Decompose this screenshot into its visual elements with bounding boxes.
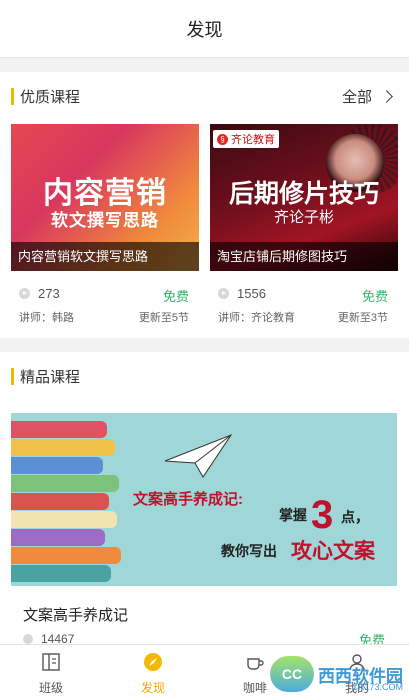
watermark-logo: CC xyxy=(270,656,314,692)
teacher-label: 讲师：齐论教育 xyxy=(218,312,295,324)
section-header: 优质课程 全部 xyxy=(0,72,409,122)
watermark-subtext: CR173.COM xyxy=(351,682,403,692)
view-count-value: 1556 xyxy=(237,286,266,301)
tab-class[interactable]: 班级 xyxy=(0,645,102,700)
top-bar: 发现 xyxy=(0,0,409,58)
update-status: 更新至5节 xyxy=(138,312,189,324)
tab-label: 发现 xyxy=(140,681,165,695)
site-watermark: CC 西西软件园 CR173.COM xyxy=(270,652,403,696)
brand-logo-icon: § xyxy=(217,133,228,145)
banner-tagline: 教你写出 xyxy=(221,543,277,559)
course-title[interactable]: 文案高手养成记 xyxy=(23,604,128,625)
course-card[interactable]: 内容营销 软文撰写思路 内容营销软文撰写思路 273 免费 讲师：韩路 更新至5… xyxy=(11,124,199,331)
price-badge: 免费 xyxy=(162,289,189,304)
premium-courses-section: 精品课程 文案高手养成记: 掌握 3 点， 教你写出 攻心文案 文案高手养成记 … xyxy=(0,352,409,652)
compass-icon xyxy=(144,653,162,671)
view-count: 1556 xyxy=(218,286,266,301)
banner-grasp: 掌握 xyxy=(279,507,307,523)
view-count: 273 xyxy=(19,286,60,301)
banner-headline: 文案高手养成记: xyxy=(133,491,243,508)
page-title: 发现 xyxy=(186,19,223,40)
course-caption: 内容营销软文撰写思路 xyxy=(11,242,199,271)
thumbnail-subline: 软文撰写思路 xyxy=(51,211,159,230)
section-title: 优质课程 xyxy=(20,89,81,106)
course-thumbnail[interactable]: 内容营销 软文撰写思路 内容营销软文撰写思路 xyxy=(11,124,199,271)
books-illustration xyxy=(11,413,123,586)
course-meta: 273 免费 讲师：韩路 更新至5节 xyxy=(11,271,199,331)
section-accent-bar xyxy=(11,368,14,385)
play-icon xyxy=(23,634,33,644)
brand-tag: § 齐论教育 xyxy=(213,130,279,148)
thumbnail-subline: 齐论子彬 xyxy=(273,209,334,226)
play-icon xyxy=(218,288,229,299)
quality-courses-section: 优质课程 全部 内容营销 软文撰写思路 内容营销软文撰写思路 273 免费 讲师… xyxy=(0,72,409,338)
course-card[interactable]: § 齐论教育 后期修片技巧 齐论子彬 淘宝店铺后期修图技巧 1556 免费 讲师… xyxy=(210,124,398,331)
course-banner[interactable]: 文案高手养成记: 掌握 3 点， 教你写出 攻心文案 xyxy=(11,413,397,586)
book-icon xyxy=(42,653,60,671)
chevron-right-icon xyxy=(380,90,393,103)
banner-points: 点， xyxy=(341,509,369,525)
course-caption: 淘宝店铺后期修图技巧 xyxy=(210,242,398,271)
paper-plane-icon xyxy=(164,433,233,478)
banner-tagline-highlight: 攻心文案 xyxy=(291,540,375,563)
brand-name: 齐论教育 xyxy=(231,134,275,146)
coffee-icon xyxy=(247,658,264,670)
view-all-link[interactable]: 全部 xyxy=(341,86,393,107)
tab-label: 班级 xyxy=(38,681,63,695)
section-title: 精品课程 xyxy=(20,369,81,386)
view-all-label: 全部 xyxy=(341,89,372,106)
course-thumbnail[interactable]: § 齐论教育 后期修片技巧 齐论子彬 淘宝店铺后期修图技巧 xyxy=(210,124,398,271)
view-count-value: 273 xyxy=(38,286,60,301)
banner-number: 3 xyxy=(311,493,334,537)
course-meta: 1556 免费 讲师：齐论教育 更新至3节 xyxy=(210,271,398,331)
thumbnail-headline: 后期修片技巧 xyxy=(228,180,379,208)
section-accent-bar xyxy=(11,88,14,105)
teacher-label: 讲师：韩路 xyxy=(19,312,74,324)
play-icon xyxy=(19,288,30,299)
tab-discover[interactable]: 发现 xyxy=(102,645,204,700)
update-status: 更新至3节 xyxy=(337,312,388,324)
section-header: 精品课程 xyxy=(0,352,409,402)
price-badge: 免费 xyxy=(361,289,388,304)
